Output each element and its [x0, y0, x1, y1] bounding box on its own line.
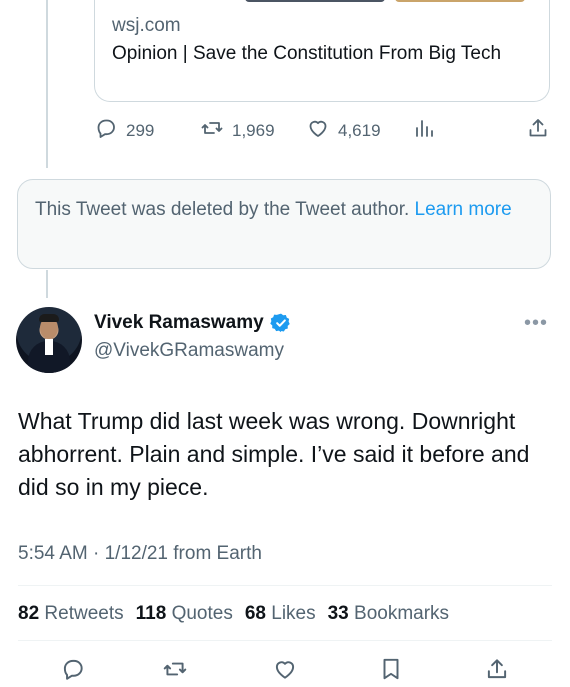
reply-button[interactable]: 299	[94, 116, 154, 145]
tweet-actions-bar	[0, 656, 570, 680]
quotes-stat[interactable]: 118 Quotes	[136, 603, 233, 625]
reply-icon	[94, 116, 118, 145]
learn-more-link[interactable]: Learn more	[415, 199, 512, 220]
retweet-button[interactable]: 1,969	[200, 116, 275, 145]
like-button[interactable]: 4,619	[306, 116, 381, 145]
analytics-button[interactable]	[412, 116, 436, 145]
more-options-icon[interactable]: •••	[524, 312, 548, 335]
tweet-text: What Trump did last week was wrong. Down…	[18, 408, 530, 500]
heart-icon[interactable]	[272, 656, 298, 687]
avatar[interactable]	[16, 307, 82, 373]
author-handle[interactable]: @VivekGRamaswamy	[94, 340, 284, 362]
tweet-timestamp[interactable]: 5:54 AM · 1/12/21 from Earth	[18, 543, 262, 565]
divider	[18, 640, 552, 641]
card-image	[95, 0, 549, 2]
heart-icon	[306, 116, 330, 145]
share-icon[interactable]	[484, 656, 510, 687]
likes-stat[interactable]: 68 Likes	[245, 603, 316, 625]
link-preview-card[interactable]: wsj.com Opinion | Save the Constitution …	[94, 0, 550, 102]
share-icon	[526, 116, 550, 145]
share-button[interactable]	[526, 116, 550, 145]
tweet-actions-bar: 299 1,969 4,619	[94, 116, 550, 142]
engagement-stats: 82 Retweets 118 Quotes 68 Likes 33 Bookm…	[18, 603, 449, 625]
analytics-icon	[412, 116, 436, 145]
bookmark-icon[interactable]	[378, 656, 404, 687]
deleted-tweet-notice: This Tweet was deleted by the Tweet auth…	[17, 179, 551, 269]
retweets-stat[interactable]: 82 Retweets	[18, 603, 124, 625]
author-name-row[interactable]: Vivek Ramaswamy	[94, 312, 292, 334]
card-domain: wsj.com	[112, 15, 181, 36]
divider	[18, 585, 552, 586]
reply-count: 299	[126, 120, 155, 140]
card-title: Opinion | Save the Constitution From Big…	[112, 43, 502, 64]
reply-icon[interactable]	[60, 656, 86, 687]
thread-line	[46, 0, 48, 168]
retweet-icon[interactable]	[162, 656, 188, 687]
like-count: 4,619	[338, 120, 381, 140]
retweet-icon	[200, 116, 224, 145]
deleted-notice-text: This Tweet was deleted by the Tweet auth…	[35, 199, 410, 220]
thread-line	[46, 270, 48, 298]
bookmarks-stat[interactable]: 33 Bookmarks	[328, 603, 449, 625]
author-name[interactable]: Vivek Ramaswamy	[94, 312, 264, 334]
retweet-count: 1,969	[232, 120, 275, 140]
verified-badge-icon	[269, 312, 292, 334]
